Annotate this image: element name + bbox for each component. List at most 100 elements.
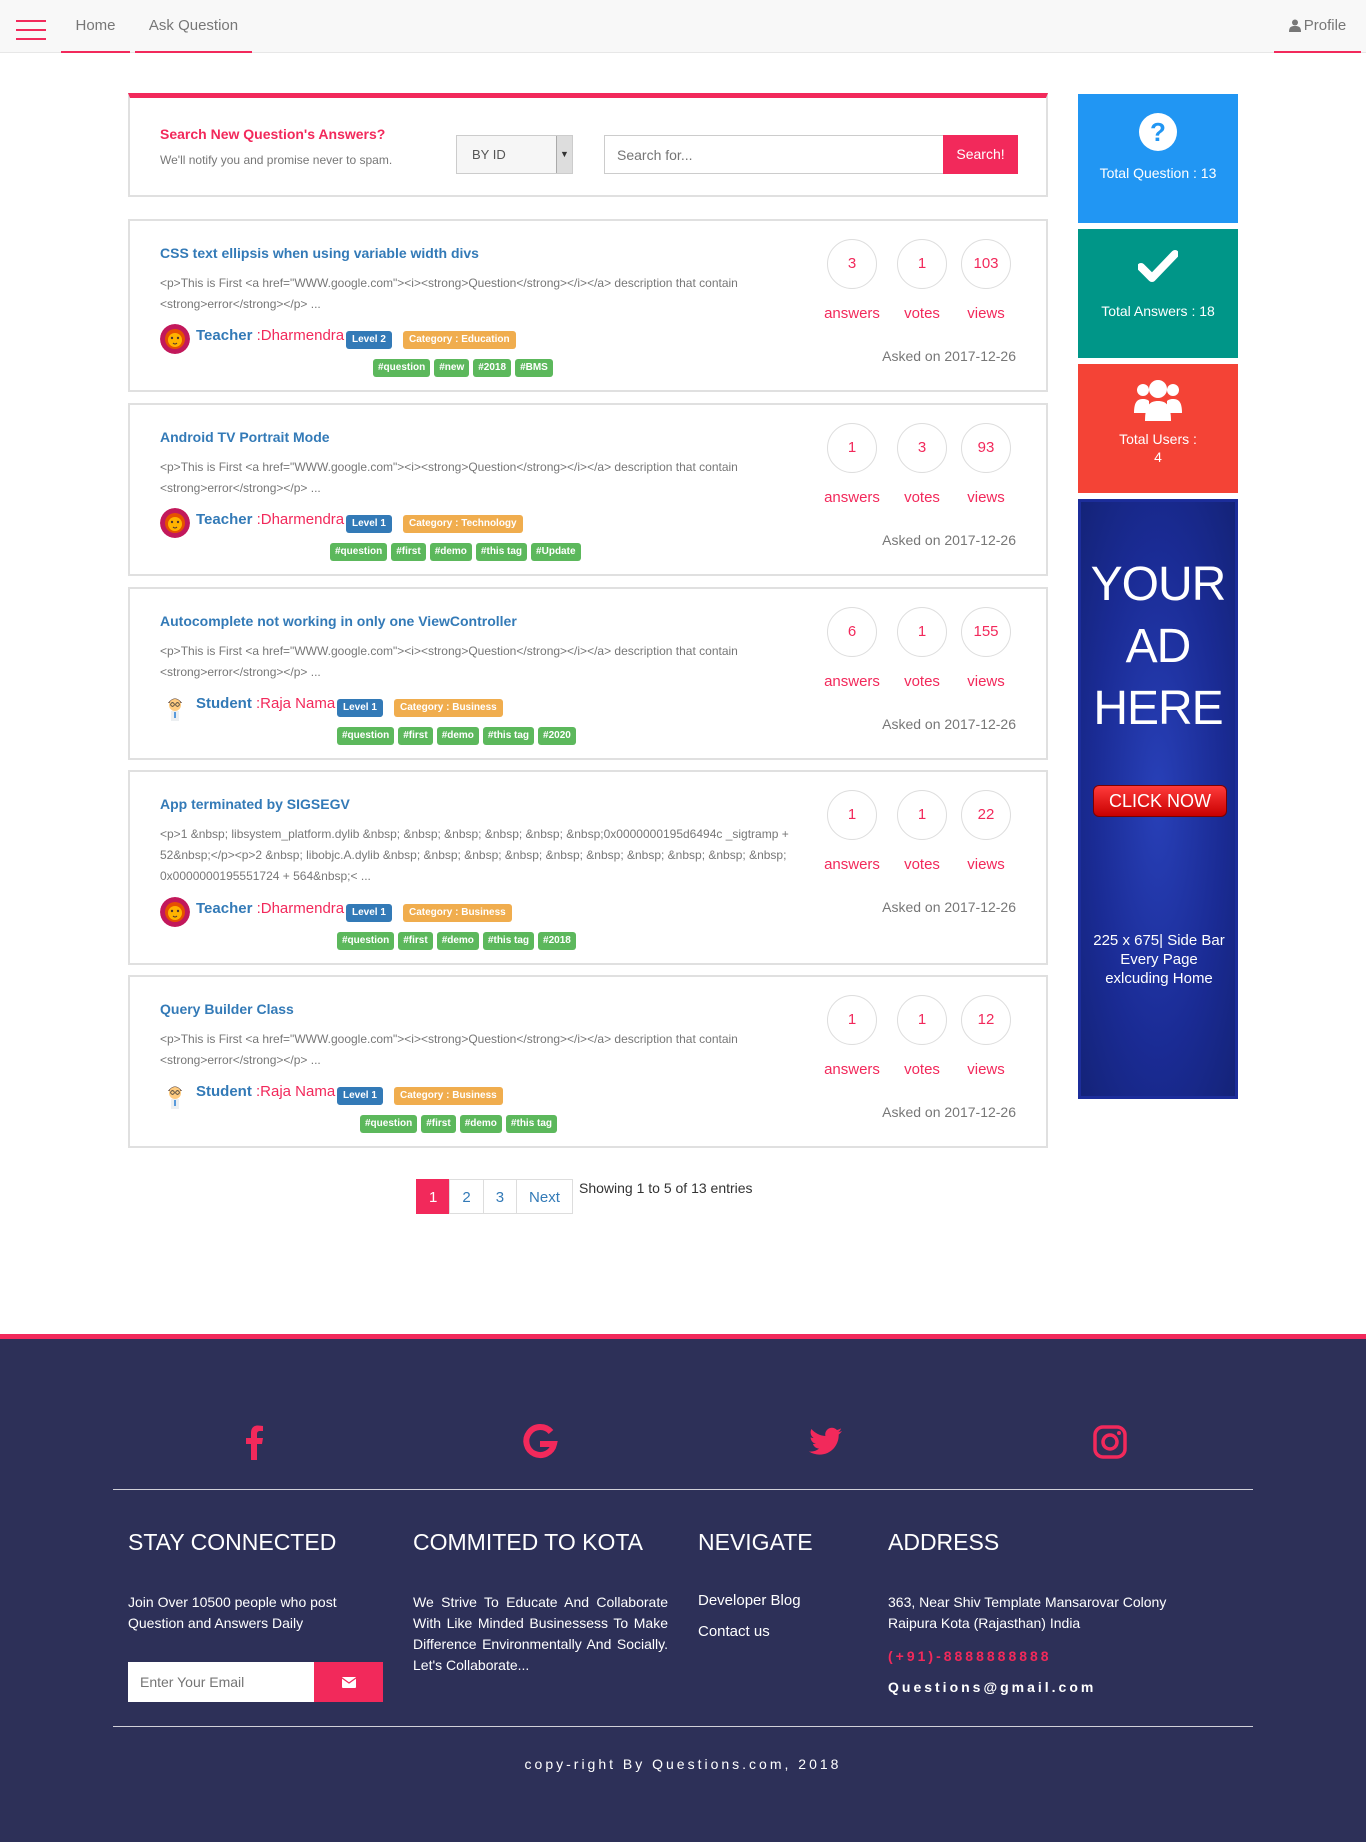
nav-profile[interactable]: Profile (1274, 0, 1361, 53)
answers-stat: 1 answers (822, 790, 882, 873)
question-title[interactable]: Query Builder Class (160, 1001, 294, 1017)
tag[interactable]: #2018 (538, 932, 576, 950)
nav-home[interactable]: Home (61, 0, 130, 53)
tag[interactable]: #Update (531, 543, 581, 561)
question-title[interactable]: Autocomplete not working in only one Vie… (160, 613, 517, 629)
twitter-icon[interactable] (805, 1422, 845, 1462)
tag[interactable]: #question (373, 359, 431, 377)
contact-email[interactable]: Questions@gmail.com (888, 1679, 1096, 1695)
question-title[interactable]: CSS text ellipsis when using variable wi… (160, 245, 479, 261)
votes-label: votes (904, 305, 940, 322)
author-role: Student :Raja Nama (196, 1083, 335, 1100)
page-2[interactable]: 2 (449, 1179, 484, 1214)
lion-avatar (160, 897, 190, 927)
email-input[interactable] (128, 1662, 314, 1702)
tag[interactable]: #first (391, 543, 426, 561)
question-card: Android TV Portrait Mode <p>This is Firs… (128, 403, 1048, 576)
votes-label: votes (904, 856, 940, 873)
tag[interactable]: #question (337, 727, 395, 745)
category-badge[interactable]: Category : Technology (403, 515, 523, 533)
tag[interactable]: #demo (436, 932, 479, 950)
question-circle-icon: ? (1139, 113, 1177, 151)
tag[interactable]: #BMS (515, 359, 553, 377)
votes-stat: 1 votes (892, 790, 952, 873)
lion-avatar (160, 508, 190, 538)
tag[interactable]: #demo (429, 543, 472, 561)
tag[interactable]: #question (330, 543, 388, 561)
total-questions-box: ? Total Question : 13 (1078, 94, 1238, 223)
contact-us-link[interactable]: Contact us (698, 1623, 770, 1640)
answers-count: 1 (827, 423, 877, 473)
tag[interactable]: #2020 (538, 727, 576, 745)
answers-count: 1 (827, 790, 877, 840)
tag-list: #question #first #demo #this tag #2020 (337, 725, 580, 745)
author-name[interactable]: :Raja Nama (256, 695, 335, 712)
views-count: 93 (961, 423, 1011, 473)
tag[interactable]: #new (434, 359, 470, 377)
tag[interactable]: #this tag (482, 727, 535, 745)
level-badge: Level 2 (346, 331, 392, 349)
answers-stat: 1 answers (822, 423, 882, 506)
votes-stat: 1 votes (892, 239, 952, 322)
chevron-down-icon: ▼ (556, 136, 572, 173)
tag[interactable]: #first (398, 727, 433, 745)
views-label: views (967, 1061, 1005, 1078)
votes-label: votes (904, 1061, 940, 1078)
author-name[interactable]: :Dharmendra (257, 511, 345, 528)
tag[interactable]: #first (398, 932, 433, 950)
views-label: views (967, 305, 1005, 322)
nav-ask-question[interactable]: Ask Question (135, 0, 252, 53)
ad-click-button[interactable]: CLICK NOW (1093, 785, 1227, 817)
tag[interactable]: #question (337, 932, 395, 950)
google-icon[interactable] (520, 1422, 560, 1462)
search-type-select[interactable]: BY ID ▼ (456, 135, 573, 174)
tag[interactable]: #demo (459, 1115, 502, 1133)
commited-text: We Strive To Educate And Collaborate Wit… (413, 1594, 668, 1673)
page-3[interactable]: 3 (482, 1179, 518, 1214)
views-stat: 22 views (956, 790, 1016, 873)
answers-label: answers (824, 1061, 880, 1078)
author-name[interactable]: :Dharmendra (257, 900, 345, 917)
author-name[interactable]: :Dharmendra (257, 327, 345, 344)
category-badge[interactable]: Category : Business (394, 1087, 503, 1105)
question-title[interactable]: Android TV Portrait Mode (160, 429, 330, 445)
votes-count: 1 (897, 607, 947, 657)
level-badge: Level 1 (337, 1087, 383, 1105)
tag[interactable]: #question (360, 1115, 418, 1133)
question-description: <p>This is First <a href="WWW.google.com… (160, 460, 738, 495)
subscribe-button[interactable] (314, 1662, 383, 1702)
page-1[interactable]: 1 (416, 1179, 451, 1214)
menu-icon[interactable] (16, 20, 46, 40)
author-name[interactable]: :Raja Nama (256, 1083, 335, 1100)
category-badge[interactable]: Category : Business (394, 699, 503, 717)
total-users-label: Total Users : (1119, 431, 1197, 447)
question-description: <p>This is First <a href="WWW.google.com… (160, 644, 738, 679)
votes-count: 1 (897, 995, 947, 1045)
search-button[interactable]: Search! (943, 135, 1018, 174)
tag[interactable]: #2018 (473, 359, 512, 377)
page-next[interactable]: Next (516, 1179, 573, 1214)
user-icon (1288, 19, 1301, 32)
question-title[interactable]: App terminated by SIGSEGV (160, 796, 350, 812)
tag[interactable]: #first (421, 1115, 456, 1133)
tag[interactable]: #this tag (475, 543, 528, 561)
search-input[interactable] (604, 135, 944, 174)
instagram-icon[interactable] (1090, 1422, 1130, 1462)
answers-label: answers (824, 489, 880, 506)
footer: STAY CONNECTED Join Over 10500 people wh… (0, 1334, 1366, 1842)
profile-label: Profile (1303, 17, 1347, 34)
category-badge[interactable]: Category : Education (403, 331, 516, 349)
question-description: <p>This is First <a href="WWW.google.com… (160, 1032, 738, 1067)
ad-banner[interactable]: YOUR AD HERE CLICK NOW 225 x 675| Side B… (1078, 499, 1238, 1099)
facebook-icon[interactable] (235, 1422, 275, 1462)
author-role: Teacher :Dharmendra (196, 511, 344, 528)
tag[interactable]: #this tag (482, 932, 535, 950)
tag[interactable]: #this tag (505, 1115, 558, 1133)
tag[interactable]: #demo (436, 727, 479, 745)
search-title: Search New Question's Answers? (160, 126, 386, 142)
copyright: copy-right By Questions.com, 2018 (524, 1756, 842, 1772)
views-label: views (967, 673, 1005, 690)
category-badge[interactable]: Category : Business (403, 904, 512, 922)
developer-blog-link[interactable]: Developer Blog (698, 1592, 801, 1609)
level-badge: Level 1 (337, 699, 383, 717)
